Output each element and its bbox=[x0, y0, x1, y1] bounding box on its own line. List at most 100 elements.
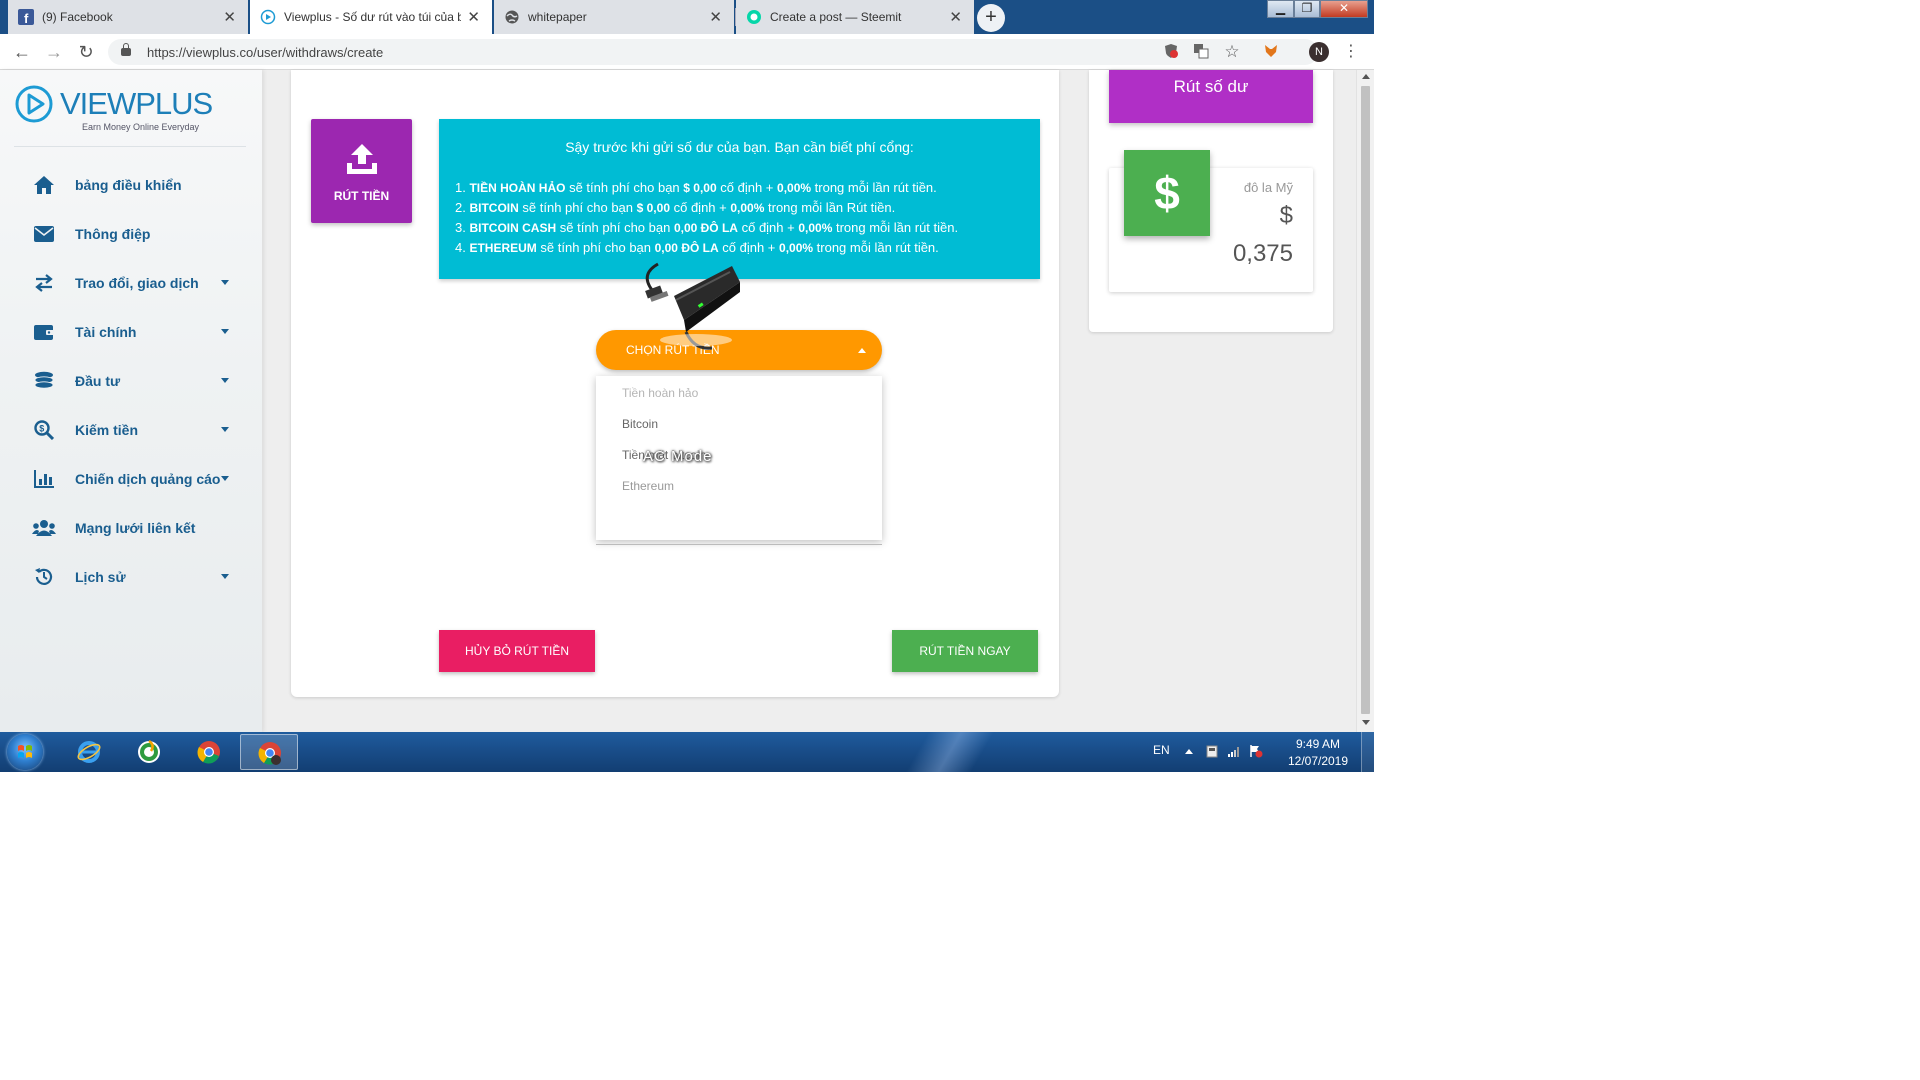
profile-avatar[interactable]: N bbox=[1309, 42, 1329, 62]
tab-label: (9) Facebook bbox=[42, 10, 113, 24]
close-window-button[interactable]: ✕ bbox=[1320, 0, 1368, 18]
back-arrow-icon[interactable]: ← bbox=[10, 40, 34, 64]
close-tab-icon[interactable]: ✕ bbox=[223, 8, 236, 26]
scroll-up-arrow-icon[interactable] bbox=[1362, 74, 1370, 79]
ac-mode-watermark: AC Mode bbox=[643, 448, 713, 465]
browser-tab-strip: f (9) Facebook ✕ Viewplus - Số dư rút và… bbox=[0, 0, 1374, 34]
history-icon bbox=[31, 564, 57, 590]
sidebar: VIEWPLUS Earn Money Online Everyday bảng… bbox=[0, 70, 262, 732]
withdraw-tile: RÚT TIỀN bbox=[311, 119, 412, 223]
chevron-up-icon bbox=[858, 348, 866, 353]
withdraw-tile-label: RÚT TIỀN bbox=[333, 189, 390, 203]
svg-text:f: f bbox=[24, 11, 29, 25]
windows-start-button[interactable] bbox=[7, 734, 43, 770]
wallet-icon bbox=[31, 319, 57, 345]
tab-whitepaper[interactable]: whitepaper ✕ bbox=[494, 0, 734, 34]
action-center-flag-icon[interactable] bbox=[1249, 744, 1263, 758]
reload-icon[interactable]: ↻ bbox=[74, 40, 98, 64]
fee-info-box: Sậy trước khi gửi số dư của bạn. Bạn cần… bbox=[439, 119, 1040, 279]
show-hidden-icons-arrow-icon[interactable] bbox=[1185, 749, 1193, 754]
chevron-down-icon bbox=[221, 280, 229, 285]
svg-text:$: $ bbox=[39, 424, 44, 434]
balance-card: $ đô la Mỹ $ 0,375 bbox=[1109, 150, 1313, 292]
sidebar-item-exchange[interactable]: Trao đổi, giao dịch bbox=[0, 260, 262, 306]
sidebar-item-label: bảng điều khiển bbox=[75, 177, 182, 193]
logo-wordmark: VIEWPLUS bbox=[60, 86, 213, 121]
option-ethereum[interactable]: Ethereum bbox=[622, 479, 674, 493]
sidebar-item-earn[interactable]: $ Kiếm tiền bbox=[0, 407, 262, 453]
balance-amount: 0,375 bbox=[1232, 240, 1293, 267]
usb-modem-icon bbox=[645, 262, 740, 350]
option-perfect-money[interactable]: Tiền hoàn hảo bbox=[622, 386, 698, 400]
star-bookmark-icon[interactable]: ☆ bbox=[1223, 43, 1241, 61]
select-underline bbox=[596, 544, 882, 545]
shield-blocked-icon[interactable] bbox=[1162, 43, 1180, 61]
cancel-withdraw-button[interactable]: HỦY BỎ RÚT TIỀN bbox=[439, 630, 595, 672]
sidebar-item-affiliate[interactable]: Mạng lưới liên kết bbox=[0, 505, 262, 551]
taskbar-coccoc[interactable] bbox=[120, 734, 178, 770]
close-tab-icon[interactable]: ✕ bbox=[709, 8, 722, 26]
tab-viewplus[interactable]: Viewplus - Số dư rút vào túi của b ✕ bbox=[250, 0, 492, 34]
bar-chart-icon bbox=[31, 466, 57, 492]
upload-icon bbox=[347, 144, 377, 174]
withdraw-now-button[interactable]: RÚT TIỀN NGAY bbox=[892, 630, 1038, 672]
sidebar-item-dashboard[interactable]: bảng điều khiển bbox=[0, 162, 262, 208]
internet-explorer-icon bbox=[77, 741, 101, 763]
option-bitcoin[interactable]: Bitcoin bbox=[622, 417, 658, 431]
taskbar-internet-explorer[interactable] bbox=[60, 734, 118, 770]
browser-toolbar: ← → ↻ https://viewplus.co/user/withdraws… bbox=[0, 34, 1374, 70]
currency-symbol: $ bbox=[1279, 202, 1293, 229]
page-scrollbar[interactable] bbox=[1356, 70, 1374, 732]
sidebar-item-label: Kiếm tiền bbox=[75, 422, 139, 438]
translate-icon[interactable] bbox=[1192, 43, 1210, 61]
minimize-button[interactable]: ▁ bbox=[1267, 0, 1294, 18]
sidebar-item-label: Chiến dịch quảng cáo bbox=[75, 471, 221, 487]
windows-taskbar: EN 9:49 AM 12/07/2019 bbox=[0, 732, 1374, 772]
metamask-fox-icon[interactable] bbox=[1262, 43, 1280, 61]
language-indicator[interactable]: EN bbox=[1153, 743, 1170, 757]
scroll-thumb[interactable] bbox=[1361, 86, 1370, 714]
forward-arrow-icon[interactable]: → bbox=[42, 40, 66, 64]
tab-steemit[interactable]: Create a post — Steemit ✕ bbox=[736, 0, 974, 34]
dollar-icon: $ bbox=[1124, 150, 1210, 236]
taskbar-chrome-profile-active[interactable] bbox=[240, 734, 298, 770]
withdraw-method-menu: Tiền hoàn hảo Bitcoin Tiền mặt bitcoin E… bbox=[596, 376, 882, 540]
sidebar-item-campaigns[interactable]: Chiến dịch quảng cáo bbox=[0, 456, 262, 502]
tab-facebook[interactable]: f (9) Facebook ✕ bbox=[8, 0, 248, 34]
close-tab-icon[interactable]: ✕ bbox=[467, 8, 480, 26]
sidebar-item-label: Trao đổi, giao dịch bbox=[75, 275, 199, 291]
currency-name: đô la Mỹ bbox=[1243, 180, 1293, 195]
tray-device-icon[interactable] bbox=[1205, 744, 1219, 758]
show-desktop-button[interactable] bbox=[1361, 732, 1374, 772]
new-tab-button[interactable]: + bbox=[977, 4, 1005, 32]
maximize-button[interactable]: ❐ bbox=[1294, 0, 1320, 18]
sidebar-item-invest[interactable]: Đầu tư bbox=[0, 358, 262, 404]
menu-kebab-icon[interactable]: ⋮ bbox=[1342, 43, 1360, 61]
sidebar-item-finance[interactable]: Tài chính bbox=[0, 309, 262, 355]
chrome-profile-icon bbox=[258, 742, 281, 765]
lock-icon bbox=[121, 43, 131, 56]
envelope-icon bbox=[31, 221, 57, 247]
sidebar-item-messages[interactable]: Thông điệp bbox=[0, 211, 262, 257]
address-bar[interactable]: https://viewplus.co/user/withdraws/creat… bbox=[108, 39, 1318, 65]
scroll-down-arrow-icon[interactable] bbox=[1362, 720, 1370, 725]
chrome-icon bbox=[197, 741, 220, 764]
sidebar-item-label: Lịch sử bbox=[75, 569, 126, 585]
taskbar-chrome[interactable] bbox=[180, 734, 238, 770]
viewplus-logo[interactable]: VIEWPLUS Earn Money Online Everyday bbox=[14, 84, 254, 136]
coins-icon bbox=[31, 368, 57, 394]
withdraw-balance-button[interactable]: Rút số dư bbox=[1109, 70, 1313, 123]
close-tab-icon[interactable]: ✕ bbox=[949, 8, 962, 26]
clock-date[interactable]: 12/07/2019 bbox=[1280, 754, 1356, 768]
sidebar-item-history[interactable]: Lịch sử bbox=[0, 554, 262, 600]
withdraw-card: RÚT TIỀN Sậy trước khi gửi số dư của bạn… bbox=[291, 70, 1059, 697]
clock-time[interactable]: 9:49 AM bbox=[1280, 737, 1356, 751]
network-signal-icon[interactable] bbox=[1227, 744, 1241, 758]
fee-title: Sậy trước khi gửi số dư của bạn. Bạn cần… bbox=[565, 139, 914, 155]
coccoc-browser-icon bbox=[138, 740, 160, 763]
sidebar-item-label: Đầu tư bbox=[75, 373, 121, 389]
windows-logo-icon bbox=[18, 745, 32, 758]
exchange-icon bbox=[31, 270, 57, 296]
chevron-down-icon bbox=[221, 427, 229, 432]
sidebar-item-label: Thông điệp bbox=[75, 226, 151, 242]
